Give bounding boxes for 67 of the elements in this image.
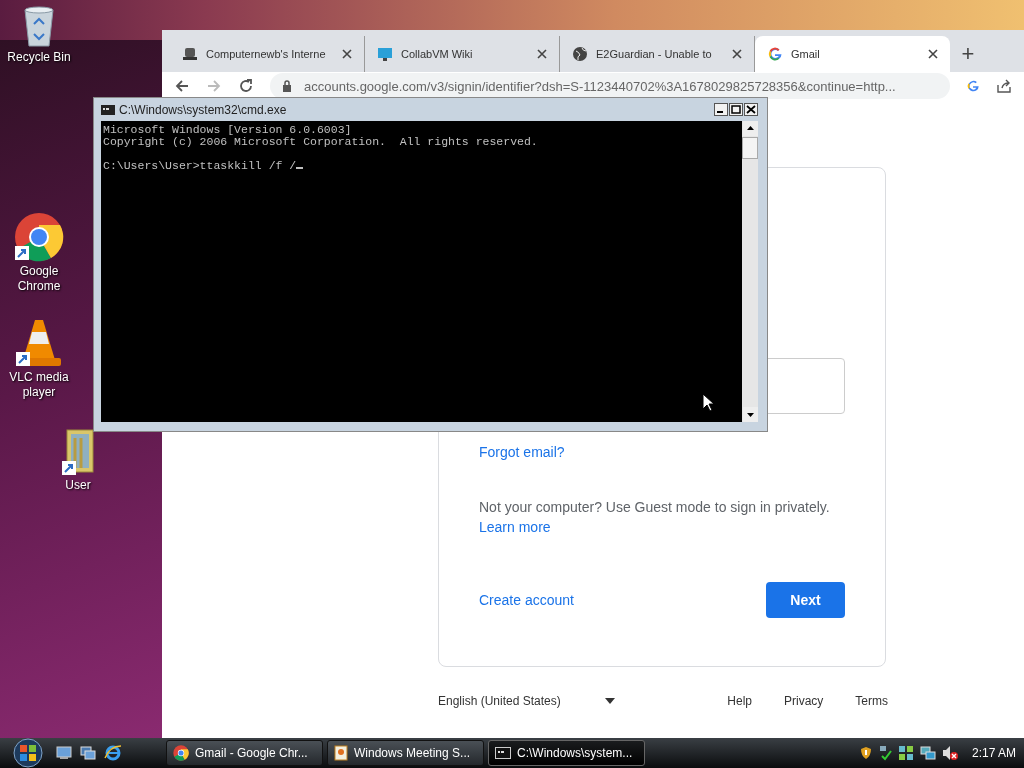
maximize-icon[interactable] — [729, 103, 743, 116]
close-icon[interactable] — [928, 49, 938, 59]
language-dropdown[interactable]: English (United States) — [438, 694, 615, 708]
share-icon[interactable] — [996, 78, 1012, 94]
caret-icon — [604, 698, 615, 704]
google-icon[interactable] — [966, 79, 980, 93]
close-icon[interactable] — [537, 49, 547, 59]
internet-explorer-icon[interactable] — [104, 744, 122, 762]
console-icon — [495, 747, 511, 759]
command-prompt-line[interactable]: C:\Users\User>ttaskkill /f / — [103, 160, 740, 172]
desktop-icon-label[interactable]: Google Chrome — [0, 264, 78, 294]
muted-speaker-icon[interactable] — [941, 745, 958, 761]
new-tab-button[interactable]: + — [950, 36, 986, 72]
tab-title: CollabVM Wiki — [401, 48, 474, 60]
chrome-icon — [173, 745, 189, 761]
text-cursor — [296, 167, 304, 169]
close-icon[interactable] — [744, 103, 758, 116]
forgot-email-link[interactable]: Forgot email? — [479, 444, 565, 460]
url-text: accounts.google.com/v3/signin/identifier?dsh=S-1123440702%3A1678029825728356&continue=http... — [304, 78, 896, 94]
google-icon — [767, 46, 783, 62]
console-line: Microsoft Windows [Version 6.0.6003] — [103, 124, 353, 136]
address-bar[interactable]: accounts.google.com/v3/signin/identifier?dsh=S-1123440702%3A1678029825728356&continue=http... — [270, 73, 950, 99]
folder-icon[interactable] — [61, 428, 95, 476]
network-icon[interactable] — [877, 745, 892, 761]
footer-link[interactable]: Privacy — [784, 694, 824, 708]
window-switch-icon[interactable] — [80, 746, 96, 760]
desktop-icon[interactable] — [56, 746, 72, 760]
footer-link[interactable]: Help — [727, 694, 752, 708]
console-line: Copyright (c) 2006 Microsoft Corporation. All rights reserved. — [103, 136, 539, 148]
create-account-link[interactable]: Create account — [479, 592, 574, 608]
next-button[interactable]: Next — [766, 582, 845, 618]
window-title: C:\Windows\system32\cmd.exe — [119, 102, 288, 117]
scroll-down-icon[interactable] — [742, 407, 758, 422]
lock-icon — [282, 80, 292, 92]
back-icon[interactable] — [174, 78, 190, 94]
scroll-thumb[interactable] — [742, 137, 758, 159]
tab-title: Gmail — [791, 48, 821, 60]
console-icon — [101, 104, 115, 115]
recycle-bin-icon[interactable] — [22, 4, 56, 48]
close-icon[interactable] — [342, 49, 352, 59]
desktop-icon-label[interactable]: VLC media player — [0, 370, 78, 400]
close-icon[interactable] — [732, 49, 742, 59]
network-computers-icon[interactable] — [919, 745, 936, 761]
taskbar-button[interactable]: Gmail - Google Chr... — [166, 740, 323, 766]
clock[interactable]: 2:17 AM — [971, 746, 1016, 760]
taskbar-button[interactable]: C:\Windows\system... — [488, 740, 645, 766]
scroll-up-icon[interactable] — [742, 121, 758, 136]
tab-title: Computernewb's Interne — [206, 48, 327, 60]
browser-tab[interactable]: Gmail — [755, 36, 950, 72]
learn-more-link[interactable]: Learn more — [479, 519, 551, 535]
monitor-icon — [377, 46, 393, 62]
mouse-pointer-icon — [702, 393, 714, 412]
document-icon — [334, 745, 348, 761]
server-icon — [182, 46, 198, 62]
minimize-icon[interactable] — [714, 103, 728, 116]
footer-link[interactable]: Terms — [855, 694, 888, 708]
desktop-icon-label[interactable]: Recycle Bin — [7, 50, 71, 65]
taskbar-button[interactable]: Windows Meeting S... — [327, 740, 484, 766]
guest-mode-text: Not your computer? Use Guest mode to sign in privately. — [479, 499, 831, 515]
tab-title: E2Guardian - Unable to — [596, 48, 713, 60]
globe-icon — [572, 46, 588, 62]
scrollbar[interactable] — [742, 121, 758, 422]
desktop-icon-label[interactable]: User — [65, 478, 91, 493]
shield-icon[interactable] — [859, 746, 872, 760]
traffic-cone-icon[interactable] — [15, 318, 63, 368]
reload-icon[interactable] — [238, 78, 254, 94]
chrome-icon[interactable] — [14, 212, 64, 262]
